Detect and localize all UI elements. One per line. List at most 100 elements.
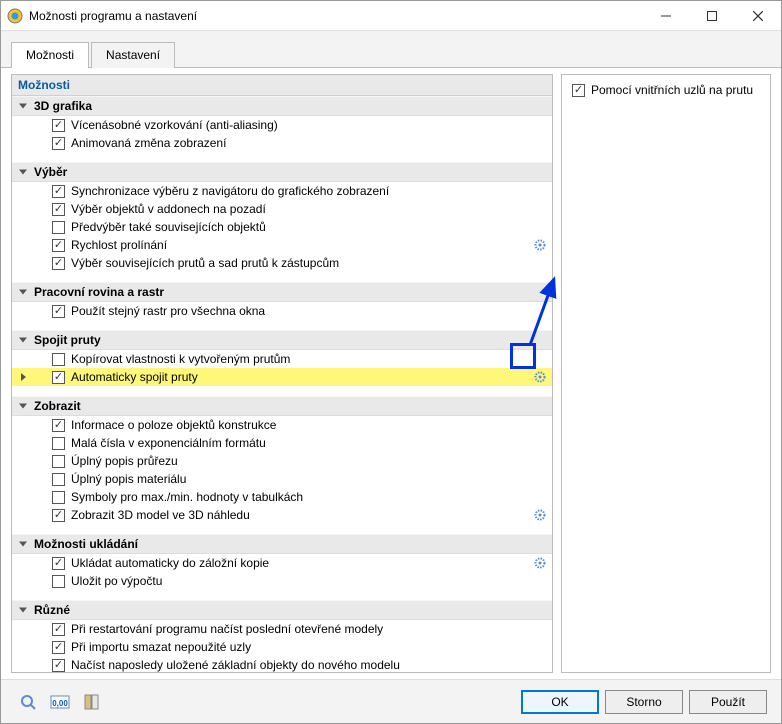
dialog-footer: 0,00 OK Storno Použít xyxy=(1,679,781,723)
group-label: 3D grafika xyxy=(34,99,92,113)
option-small-numbers-exponential[interactable]: Malá čísla v exponenciálním formátu xyxy=(12,434,552,452)
group-workplane-grid[interactable]: Pracovní rovina a rastr xyxy=(12,282,552,302)
window-title: Možnosti programu a nastavení xyxy=(29,9,643,23)
option-label: Při restartování programu načíst posledn… xyxy=(71,622,546,636)
option-related-members-selection[interactable]: Výběr souvisejících prutů a sad prutů k … xyxy=(12,254,552,272)
option-sync-navigator-selection[interactable]: Synchronizace výběru z navigátoru do gra… xyxy=(12,182,552,200)
group-label: Pracovní rovina a rastr xyxy=(34,285,164,299)
checkbox-icon[interactable] xyxy=(52,623,65,636)
checkbox-icon[interactable] xyxy=(52,119,65,132)
group-connect-members[interactable]: Spojit pruty xyxy=(12,330,552,350)
checkbox-icon[interactable] xyxy=(572,84,585,97)
checkbox-icon[interactable] xyxy=(52,437,65,450)
dialog-window: Možnosti programu a nastavení Možnosti N… xyxy=(0,0,782,724)
option-addon-background-selection[interactable]: Výběr objektů v addonech na pozadí xyxy=(12,200,552,218)
defaults-button[interactable] xyxy=(79,690,105,714)
app-icon xyxy=(7,8,23,24)
option-same-grid-all-windows[interactable]: Použít stejný rastr pro všechna okna xyxy=(12,302,552,320)
option-autosave-backup[interactable]: Ukládat automaticky do záložní kopie xyxy=(12,554,552,572)
ok-button[interactable]: OK xyxy=(521,690,599,714)
group-label: Výběr xyxy=(34,165,67,179)
checkbox-icon[interactable] xyxy=(52,221,65,234)
chevron-down-icon xyxy=(19,404,27,409)
option-animated-view-change[interactable]: Animovaná změna zobrazení xyxy=(12,134,552,152)
checkbox-icon[interactable] xyxy=(52,419,65,432)
chevron-down-icon xyxy=(19,608,27,613)
group-display[interactable]: Zobrazit xyxy=(12,396,552,416)
checkbox-icon[interactable] xyxy=(52,185,65,198)
option-label: Při importu smazat nepoužité uzly xyxy=(71,640,546,654)
gear-icon[interactable] xyxy=(534,509,546,521)
tab-options[interactable]: Možnosti xyxy=(11,42,89,68)
option-label: Automaticky spojit pruty xyxy=(71,370,528,384)
option-copy-properties-created-members[interactable]: Kopírovat vlastnosti k vytvořeným prutům xyxy=(12,350,552,368)
checkbox-icon[interactable] xyxy=(52,659,65,672)
option-fade-speed[interactable]: Rychlost prolínání xyxy=(12,236,552,254)
checkbox-icon[interactable] xyxy=(52,491,65,504)
gear-icon[interactable] xyxy=(534,371,546,383)
help-button[interactable] xyxy=(15,690,41,714)
maximize-button[interactable] xyxy=(689,1,735,31)
gear-icon[interactable] xyxy=(534,239,546,251)
chevron-down-icon xyxy=(19,170,27,175)
group-selection[interactable]: Výběr xyxy=(12,162,552,182)
group-label: Zobrazit xyxy=(34,399,81,413)
units-button[interactable]: 0,00 xyxy=(47,690,73,714)
minimize-button[interactable] xyxy=(643,1,689,31)
options-panel: Možnosti 3D grafika Vícenásobné vzorková… xyxy=(11,74,553,673)
option-label: Použít stejný rastr pro všechna okna xyxy=(71,304,546,318)
chevron-down-icon xyxy=(19,542,27,547)
option-antialiasing[interactable]: Vícenásobné vzorkování (anti-aliasing) xyxy=(12,116,552,134)
option-load-saved-base-objects-new-model[interactable]: Načíst naposledy uložené základní objekt… xyxy=(12,656,552,672)
option-object-position-info[interactable]: Informace o poloze objektů konstrukce xyxy=(12,416,552,434)
chevron-down-icon xyxy=(19,338,27,343)
tab-settings[interactable]: Nastavení xyxy=(91,42,175,68)
checkbox-icon[interactable] xyxy=(52,353,65,366)
option-label: Výběr souvisejících prutů a sad prutů k … xyxy=(71,256,546,270)
option-label: Symboly pro max./min. hodnoty v tabulkác… xyxy=(71,490,546,504)
option-label: Ukládat automaticky do záložní kopie xyxy=(71,556,528,570)
checkbox-icon[interactable] xyxy=(52,305,65,318)
group-misc[interactable]: Různé xyxy=(12,600,552,620)
option-full-material-description[interactable]: Úplný popis materiálu xyxy=(12,470,552,488)
option-label: Informace o poloze objektů konstrukce xyxy=(71,418,546,432)
checkbox-icon[interactable] xyxy=(52,257,65,270)
option-full-cross-section-description[interactable]: Úplný popis průřezu xyxy=(12,452,552,470)
checkbox-icon[interactable] xyxy=(52,203,65,216)
checkbox-icon[interactable] xyxy=(52,239,65,252)
group-label: Různé xyxy=(34,603,70,617)
checkbox-icon[interactable] xyxy=(52,641,65,654)
checkbox-icon[interactable] xyxy=(52,509,65,522)
option-show-3d-model-preview[interactable]: Zobrazit 3D model ve 3D náhledu xyxy=(12,506,552,524)
checkbox-icon[interactable] xyxy=(52,137,65,150)
option-use-internal-nodes-on-member[interactable]: Pomocí vnitřních uzlů na prutu xyxy=(568,81,764,99)
cancel-button[interactable]: Storno xyxy=(605,690,683,714)
close-button[interactable] xyxy=(735,1,781,31)
group-label: Spojit pruty xyxy=(34,333,101,347)
checkbox-icon[interactable] xyxy=(52,557,65,570)
option-auto-connect-members[interactable]: Automaticky spojit pruty xyxy=(12,368,552,386)
panel-title: Možnosti xyxy=(12,75,552,96)
option-label: Vícenásobné vzorkování (anti-aliasing) xyxy=(71,118,546,132)
option-load-last-models-on-restart[interactable]: Při restartování programu načíst posledn… xyxy=(12,620,552,638)
caret-right-icon xyxy=(21,373,26,381)
checkbox-icon[interactable] xyxy=(52,575,65,588)
checkbox-icon[interactable] xyxy=(52,455,65,468)
option-preselect-related[interactable]: Předvýběr také souvisejících objektů xyxy=(12,218,552,236)
group-label: Možnosti ukládání xyxy=(34,537,138,551)
options-tree[interactable]: 3D grafika Vícenásobné vzorkování (anti-… xyxy=(12,96,552,672)
group-3d-graphics[interactable]: 3D grafika xyxy=(12,96,552,116)
checkbox-icon[interactable] xyxy=(52,371,65,384)
option-label: Uložit po výpočtu xyxy=(71,574,546,588)
apply-button[interactable]: Použít xyxy=(689,690,767,714)
group-save-options[interactable]: Možnosti ukládání xyxy=(12,534,552,554)
checkbox-icon[interactable] xyxy=(52,473,65,486)
option-save-after-calculation[interactable]: Uložit po výpočtu xyxy=(12,572,552,590)
option-label: Předvýběr také souvisejících objektů xyxy=(71,220,546,234)
option-delete-unused-nodes-on-import[interactable]: Při importu smazat nepoužité uzly xyxy=(12,638,552,656)
option-label: Úplný popis materiálu xyxy=(71,472,546,486)
titlebar: Možnosti programu a nastavení xyxy=(1,1,781,31)
gear-icon[interactable] xyxy=(534,557,546,569)
svg-text:0,00: 0,00 xyxy=(52,699,68,708)
option-max-min-symbols-tables[interactable]: Symboly pro max./min. hodnoty v tabulkác… xyxy=(12,488,552,506)
